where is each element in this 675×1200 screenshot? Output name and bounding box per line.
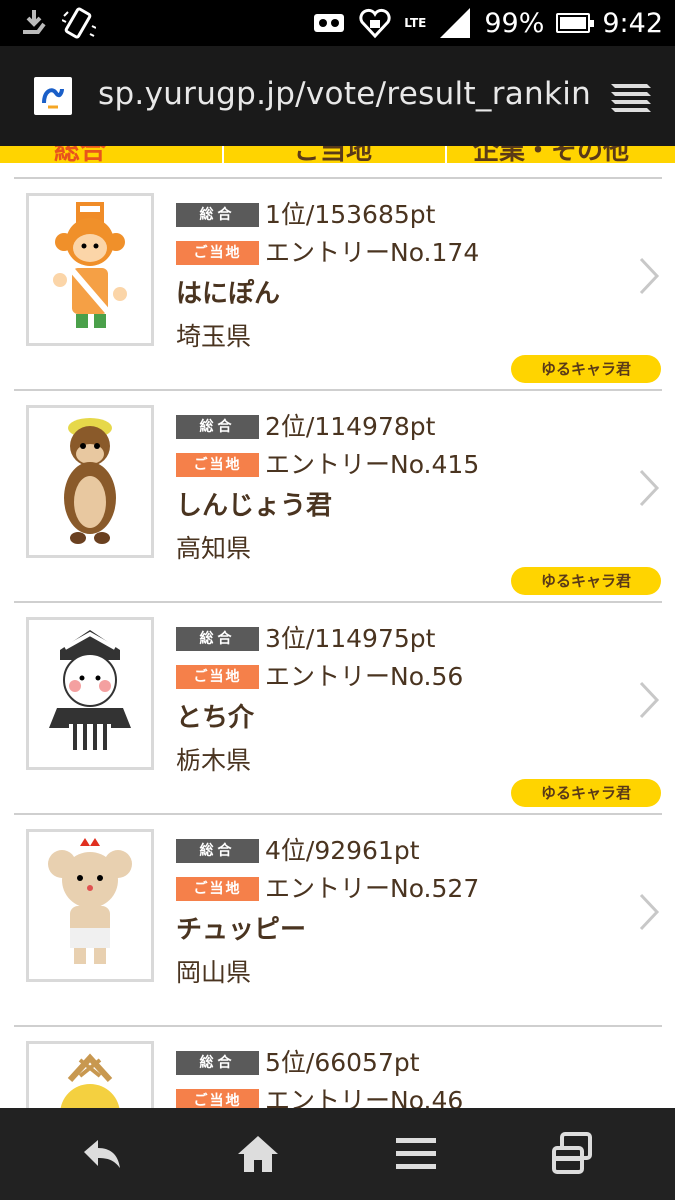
overall-tag: 総合 (176, 203, 259, 227)
tab-overall-label: 総合 (54, 146, 107, 163)
tab-local[interactable]: ご当地 (224, 146, 447, 163)
entry-number: エントリーNo.56 (265, 662, 464, 691)
rank-points: 5位/66057pt (265, 1048, 420, 1077)
ranking-item-2[interactable]: 総合 2位/114978pt ご当地 エントリーNo.415 しんじょう君 高知… (0, 391, 675, 603)
prefecture: 高知県 (176, 534, 252, 563)
entry-number: エントリーNo.527 (265, 874, 480, 903)
yurukyara-badge: ゆるキャラ君 (511, 779, 661, 807)
screen-rotation-icon (62, 7, 96, 39)
navigation-bar (0, 1108, 675, 1200)
prefecture: 岡山県 (176, 958, 252, 987)
chevron-right-icon (639, 893, 660, 931)
tab-company-other-label: 企業・その他 (473, 146, 630, 163)
character-thumbnail (26, 405, 154, 558)
local-tag: ご当地 (176, 1089, 259, 1108)
yurukyara-badge: ゆるキャラ君 (511, 355, 661, 383)
status-bar: LTE 99% 9:42 (0, 0, 675, 46)
overall-tag: 総合 (176, 627, 259, 651)
ranking-list: 総合 1位/153685pt ご当地 エントリーNo.174 はにぽん 埼玉県 … (0, 163, 675, 1108)
yurukyara-badge: ゆるキャラ君 (511, 567, 661, 595)
tabs-menu-icon[interactable] (607, 78, 653, 114)
chevron-right-icon (639, 681, 660, 719)
ranking-item-3[interactable]: 総合 3位/114975pt ご当地 エントリーNo.56 とち介 栃木県 ゆる… (0, 603, 675, 815)
prefecture: 埼玉県 (176, 322, 252, 351)
battery-icon (556, 13, 595, 33)
menu-icon[interactable] (388, 1126, 444, 1182)
local-tag: ご当地 (176, 665, 259, 689)
ranking-item-1[interactable]: 総合 1位/153685pt ご当地 エントリーNo.174 はにぽん 埼玉県 … (0, 179, 675, 391)
character-thumbnail (26, 829, 154, 982)
network-type-label: LTE (404, 16, 427, 30)
character-name: チュッピー (176, 915, 307, 945)
recent-apps-icon[interactable] (544, 1126, 600, 1182)
rank-points: 1位/153685pt (265, 200, 436, 229)
home-icon[interactable] (230, 1126, 286, 1182)
entry-number: エントリーNo.174 (265, 238, 480, 267)
clock: 9:42 (602, 7, 663, 39)
rank-points: 3位/114975pt (265, 624, 436, 653)
character-thumbnail (26, 617, 154, 770)
character-thumbnail (26, 193, 154, 346)
character-name: しんじょう君 (176, 491, 333, 521)
signal-strength-icon (440, 8, 471, 38)
tab-overall[interactable]: 総合 (0, 146, 224, 163)
site-favicon-icon (34, 77, 72, 115)
local-tag: ご当地 (176, 241, 259, 265)
character-name: とち介 (176, 703, 255, 733)
local-tag: ご当地 (176, 877, 259, 901)
chevron-right-icon (639, 469, 660, 507)
entry-number: エントリーNo.46 (265, 1086, 464, 1108)
character-thumbnail (26, 1041, 154, 1108)
address-bar[interactable]: sp.yurugp.jp/vote/result_rankin (98, 76, 591, 112)
ranking-item-5[interactable]: 総合 5位/66057pt ご当地 エントリーNo.46 (0, 1027, 675, 1108)
overall-tag: 総合 (176, 839, 259, 863)
tab-local-label: ご当地 (294, 146, 373, 163)
rank-points: 2位/114978pt (265, 412, 436, 441)
battery-percent: 99% (484, 7, 545, 39)
battery-level-fill (560, 17, 587, 29)
entry-number: エントリーNo.415 (265, 450, 480, 479)
back-icon[interactable] (74, 1126, 130, 1182)
heart-monitor-icon (359, 8, 391, 39)
overall-tag: 総合 (176, 415, 259, 439)
vr-headset-icon (314, 14, 345, 32)
chevron-right-icon (639, 257, 660, 295)
browser-toolbar: sp.yurugp.jp/vote/result_rankin (0, 46, 675, 146)
download-notification-icon (23, 10, 46, 34)
category-tabs: 総合 ご当地 企業・その他 (0, 146, 675, 163)
overall-tag: 総合 (176, 1051, 259, 1075)
tab-company-other[interactable]: 企業・その他 (447, 146, 675, 163)
character-name: はにぽん (176, 279, 281, 309)
rank-points: 4位/92961pt (265, 836, 420, 865)
local-tag: ご当地 (176, 453, 259, 477)
ranking-item-4[interactable]: 総合 4位/92961pt ご当地 エントリーNo.527 チュッピー 岡山県 (0, 815, 675, 1027)
prefecture: 栃木県 (176, 746, 252, 775)
